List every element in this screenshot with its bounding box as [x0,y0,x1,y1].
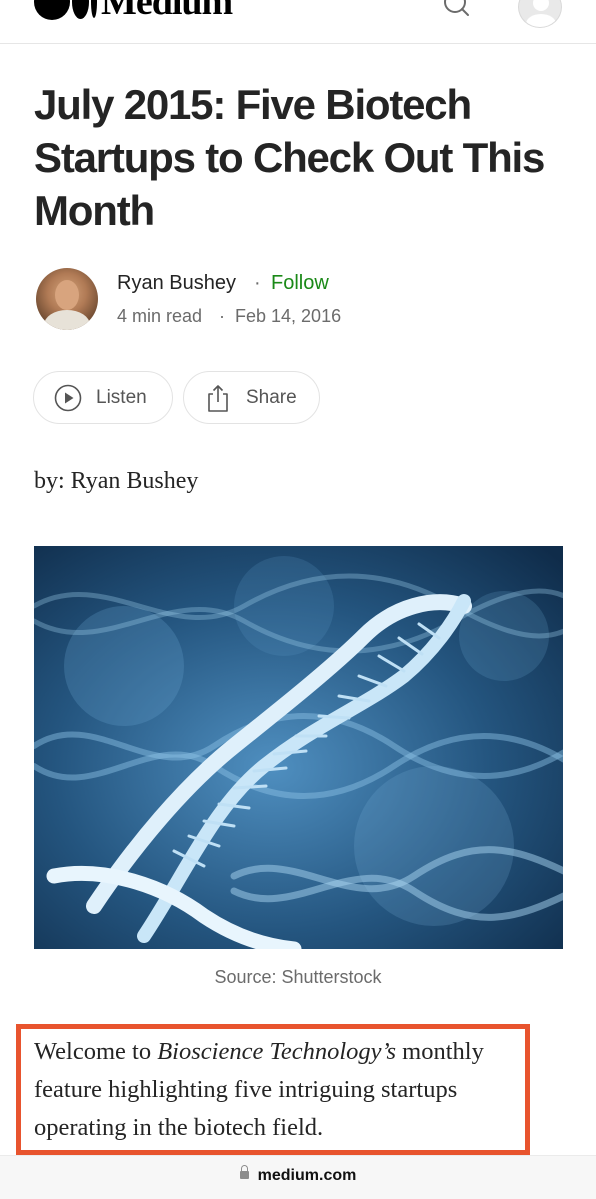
separator-dot: · [219,306,225,326]
dna-hero-image [34,546,563,949]
share-label: Share [246,386,297,408]
follow-button[interactable]: Follow [271,271,329,295]
paragraph-text-start: Welcome to [34,1038,158,1065]
listen-label: Listen [96,386,147,408]
author-avatar[interactable] [36,268,98,330]
lock-icon [239,1165,249,1179]
article-byline: by: Ryan Bushey [34,468,199,494]
medium-logo-text: Medium [101,0,233,23]
top-navigation-bar: Medium [0,0,596,44]
search-icon[interactable] [440,0,470,22]
url-text: medium.com [257,1167,357,1184]
article-paragraph: Welcome to Bioscience Technology’s month… [34,1033,524,1147]
user-avatar-icon[interactable] [518,0,562,28]
publish-date: Feb 14, 2016 [235,306,342,326]
url-display[interactable]: medium.com [0,1165,596,1185]
separator-dot: · [254,272,261,294]
share-icon [202,382,234,414]
read-time: 4 min read [117,306,203,326]
image-caption: Source: Shutterstock [214,967,382,987]
publication-name: Bioscience Technology’s [157,1038,397,1065]
author-name-link[interactable]: Ryan Bushey [117,271,236,295]
browser-address-bar[interactable]: medium.com [0,1155,596,1199]
medium-logo-mark-icon [34,0,97,20]
medium-logo[interactable]: Medium [34,0,233,23]
listen-button[interactable]: Listen [33,371,173,424]
play-circle-icon [52,382,84,414]
share-button[interactable]: Share [183,371,320,424]
article-title: July 2015: Five Biotech Startups to Chec… [34,81,545,234]
